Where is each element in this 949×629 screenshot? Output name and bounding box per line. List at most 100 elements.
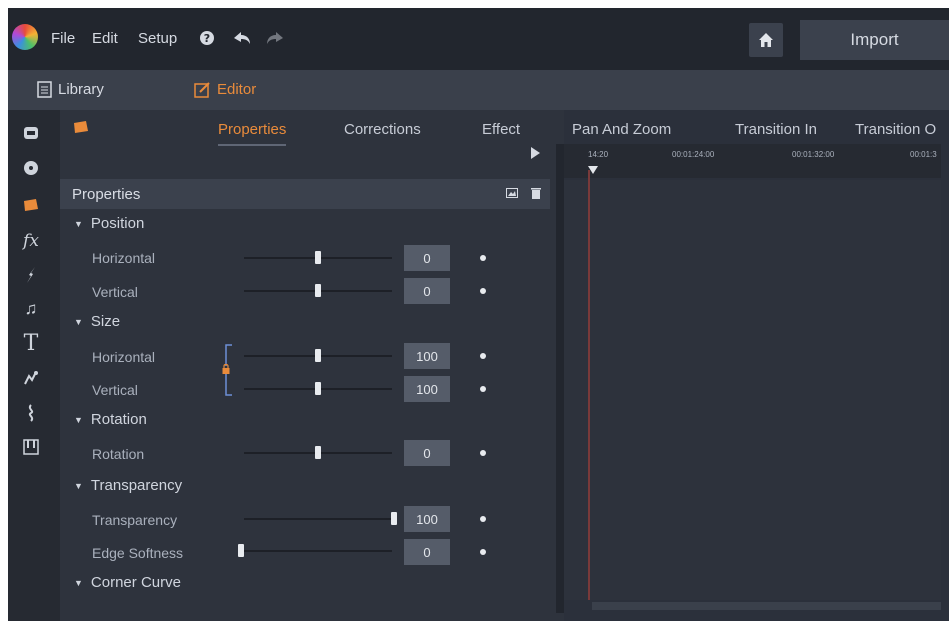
editor-icon — [194, 82, 210, 98]
text-icon[interactable]: T — [20, 331, 42, 356]
home-button[interactable] — [749, 23, 783, 57]
section-label: Corner Curve — [90, 574, 181, 591]
timecode: 00:01:24:00 — [672, 150, 715, 159]
size-vertical-value[interactable]: 100 — [404, 376, 450, 402]
position-horizontal-slider[interactable] — [244, 251, 392, 264]
rotation-label: Rotation — [92, 446, 145, 462]
tab-transition-in[interactable]: Transition In — [735, 121, 817, 138]
transparency-slider[interactable] — [244, 512, 397, 525]
undo-icon[interactable] — [232, 30, 252, 50]
timeline-ruler[interactable]: 14:20 00:01:24:00 00:01:32:00 00:01:3 — [564, 144, 941, 178]
section-position[interactable]: ▼ Position — [74, 215, 144, 232]
size-horizontal-slider[interactable] — [244, 349, 392, 362]
section-corner-curve[interactable]: ▼ Corner Curve — [74, 574, 181, 591]
slider-handle[interactable] — [315, 284, 321, 297]
keyframe-dot[interactable] — [480, 386, 486, 392]
keyframe-dot[interactable] — [480, 516, 486, 522]
timecode: 00:01:3 — [910, 150, 937, 159]
tab-corrections[interactable]: Corrections — [344, 121, 421, 138]
svg-text:?: ? — [204, 32, 210, 45]
properties-title: Properties — [72, 186, 141, 203]
menu-file[interactable]: File — [51, 30, 75, 47]
menu-edit[interactable]: Edit — [92, 30, 118, 47]
section-size[interactable]: ▼ Size — [74, 313, 120, 330]
section-label: Transparency — [90, 477, 183, 494]
keyframe-dot[interactable] — [480, 549, 486, 555]
collapse-triangle-icon: ▼ — [74, 414, 83, 425]
timecode: 14:20 — [588, 150, 609, 159]
rotation-value[interactable]: 0 — [404, 440, 450, 466]
image-icon[interactable] — [506, 187, 518, 199]
delete-icon[interactable] — [530, 187, 542, 199]
disc-icon[interactable] — [20, 157, 42, 179]
fx-icon[interactable]: fx — [20, 230, 42, 252]
piano-icon[interactable] — [20, 436, 42, 458]
position-vertical-value[interactable]: 0 — [404, 278, 450, 304]
tab-properties[interactable]: Properties — [218, 121, 287, 146]
section-label: Rotation — [90, 411, 147, 428]
import-button[interactable]: Import — [800, 20, 949, 60]
audio-icon[interactable] — [20, 402, 42, 424]
section-transparency[interactable]: ▼ Transparency — [74, 477, 182, 494]
clip-properties-icon[interactable] — [20, 194, 42, 216]
library-label: Library — [58, 81, 104, 98]
position-vertical-label: Vertical — [92, 284, 138, 300]
collapse-triangle-icon: ▼ — [74, 577, 83, 588]
position-vertical-slider[interactable] — [244, 284, 392, 297]
music-icon[interactable]: ♫ — [20, 298, 42, 320]
paint-icon[interactable] — [20, 264, 42, 286]
collapse-triangle-icon: ▼ — [74, 316, 83, 327]
section-label: Size — [90, 313, 121, 330]
media-icon[interactable] — [20, 122, 42, 144]
keyframe-dot[interactable] — [480, 353, 486, 359]
size-horizontal-value[interactable]: 100 — [404, 343, 450, 369]
menu-setup[interactable]: Setup — [138, 30, 177, 47]
help-icon[interactable]: ? — [199, 30, 215, 50]
slider-handle[interactable] — [315, 382, 321, 395]
size-horizontal-label: Horizontal — [92, 349, 156, 365]
timeline-track-area[interactable] — [564, 180, 941, 600]
collapse-triangle-icon: ▼ — [74, 218, 83, 229]
edge-softness-value[interactable]: 0 — [404, 539, 450, 565]
clip-tab-icon — [72, 120, 90, 139]
editor-tab[interactable]: Editor — [194, 81, 256, 98]
properties-header: Properties — [60, 179, 550, 209]
collapse-triangle-icon: ▼ — [74, 480, 83, 491]
position-horizontal-label: Horizontal — [92, 250, 156, 266]
position-horizontal-value[interactable]: 0 — [404, 245, 450, 271]
menu-bar: File Edit Setup ? Import — [8, 8, 949, 70]
lock-icon[interactable] — [222, 344, 234, 396]
timecode: 00:01:32:00 — [792, 150, 835, 159]
section-label: Position — [90, 215, 145, 232]
app-logo-icon — [12, 24, 38, 50]
timeline-scrollbar[interactable] — [592, 602, 941, 610]
keyframe-dot[interactable] — [480, 255, 486, 261]
edge-softness-label: Edge Softness — [92, 545, 184, 561]
section-rotation[interactable]: ▼ Rotation — [74, 411, 147, 428]
size-vertical-slider[interactable] — [244, 382, 392, 395]
panel-divider[interactable] — [556, 144, 564, 613]
slider-handle[interactable] — [315, 446, 321, 459]
tab-transition-out[interactable]: Transition O — [855, 121, 936, 138]
library-tab[interactable]: Library — [37, 81, 104, 98]
rotation-slider[interactable] — [244, 446, 392, 459]
keyframe-dot[interactable] — [480, 450, 486, 456]
tool-strip: fx ♫ T — [8, 110, 60, 621]
editor-label: Editor — [217, 81, 257, 98]
keyframe-dot[interactable] — [480, 288, 486, 294]
edge-softness-slider[interactable] — [238, 544, 392, 557]
tab-effect[interactable]: Effect — [482, 121, 520, 138]
redo-icon[interactable] — [265, 30, 285, 50]
slider-handle[interactable] — [238, 544, 244, 557]
slider-handle[interactable] — [315, 349, 321, 362]
home-icon — [759, 33, 773, 47]
transparency-label: Transparency — [92, 512, 178, 528]
slider-handle[interactable] — [315, 251, 321, 264]
playhead-line[interactable] — [588, 170, 590, 600]
play-icon[interactable] — [531, 147, 540, 159]
mode-nav: Library Editor — [8, 70, 949, 110]
motion-icon[interactable] — [20, 367, 42, 389]
transparency-value[interactable]: 100 — [404, 506, 450, 532]
slider-handle[interactable] — [391, 512, 397, 525]
tab-pan-and-zoom[interactable]: Pan And Zoom — [572, 121, 671, 138]
